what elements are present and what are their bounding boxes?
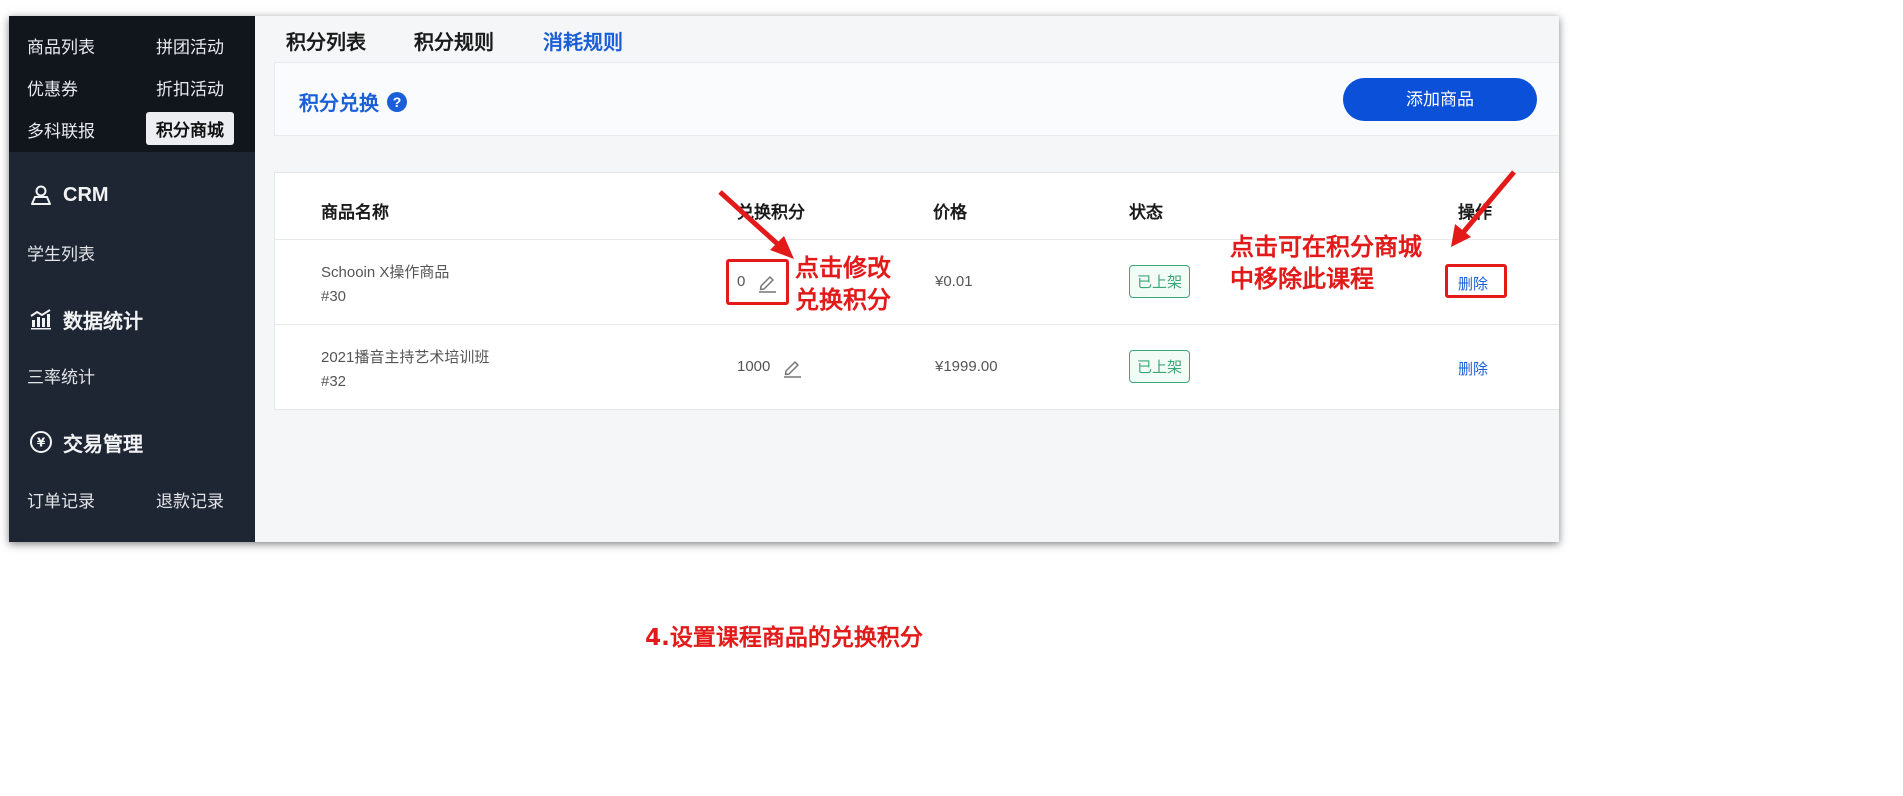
sidebar-item-coupon[interactable]: 优惠券: [27, 75, 78, 100]
column-header-status: 状态: [1129, 203, 1163, 222]
edit-pencil-icon[interactable]: [781, 356, 803, 378]
sidebar-row-1: 商品列表 拼团活动: [27, 28, 247, 58]
sidebar-section-crm-label: CRM: [63, 183, 109, 206]
sidebar-item-multi-enroll[interactable]: 多科联报: [27, 117, 95, 142]
points-exchange-header: 积分兑换 ? 添加商品: [274, 62, 1559, 136]
price-cell: ¥1999.00: [935, 358, 998, 375]
svg-text:¥: ¥: [37, 436, 46, 450]
points-cell: 1000: [737, 356, 803, 378]
annotation-line: 点击可在积分商城: [1230, 233, 1422, 261]
page-title-text: 积分兑换: [299, 93, 379, 115]
sidebar-item-orders[interactable]: 订单记录: [27, 487, 95, 512]
sidebar-section-crm[interactable]: CRM: [29, 180, 109, 210]
product-name-cell: Schooin X操作商品 #30: [321, 261, 449, 305]
product-name-cell: 2021播音主持艺术培训班 #32: [321, 346, 489, 390]
column-header-action: 操作: [1458, 203, 1492, 222]
tab-consume-rules[interactable]: 消耗规则: [543, 26, 623, 55]
status-badge: 已上架: [1129, 265, 1191, 298]
help-icon[interactable]: ?: [387, 91, 407, 112]
user-icon: [31, 185, 51, 205]
sidebar-section-stats[interactable]: 数据统计: [29, 304, 143, 334]
figure-caption: 4.设置课程商品的兑换积分: [645, 625, 923, 651]
bar-chart-icon: [30, 309, 51, 330]
sidebar-item-refunds[interactable]: 退款记录: [156, 487, 224, 512]
annotation-line: 点击修改: [795, 254, 891, 282]
column-header-points: 兑换积分: [737, 203, 805, 222]
sidebar-row-3: 多科联报 积分商城: [27, 112, 247, 145]
annotation-remove-course: 点击可在积分商城 中移除此课程: [1230, 231, 1422, 295]
sidebar-item-group-buy[interactable]: 拼团活动: [156, 33, 224, 58]
product-id: #32: [321, 373, 347, 390]
delete-link[interactable]: 删除: [1458, 358, 1488, 379]
column-header-price: 价格: [933, 203, 967, 222]
tab-bar: 积分列表 积分规则 消耗规则: [255, 16, 1559, 62]
sidebar-section-trade[interactable]: ¥ 交易管理: [29, 427, 143, 457]
add-product-button[interactable]: 添加商品: [1343, 78, 1537, 121]
sidebar-row-2: 优惠券 折扣活动: [27, 70, 247, 100]
page-title: 积分兑换 ?: [299, 87, 407, 116]
annotation-edit-points: 点击修改 兑换积分: [795, 252, 891, 316]
sidebar-item-points-mall[interactable]: 积分商城: [146, 112, 234, 145]
product-id: #30: [321, 288, 347, 305]
sidebar-item-discount[interactable]: 折扣活动: [156, 75, 224, 100]
sidebar-item-three-rate[interactable]: 三率统计: [27, 363, 95, 388]
sidebar: 商品列表 拼团活动 优惠券 折扣活动 多科联报 积分商城 CRM 学生列表 数据…: [9, 16, 255, 542]
annotation-highlight-points: [726, 259, 789, 305]
points-value: 1000: [737, 357, 771, 375]
annotation-line: 中移除此课程: [1230, 265, 1374, 293]
sidebar-submenu: 商品列表 拼团活动 优惠券 折扣活动 多科联报 积分商城: [9, 16, 255, 152]
product-name: 2021播音主持艺术培训班: [321, 349, 490, 366]
price-cell: ¥0.01: [935, 273, 973, 290]
yen-icon: ¥: [30, 431, 52, 453]
sidebar-item-product-list[interactable]: 商品列表: [27, 33, 95, 58]
annotation-line: 兑换积分: [795, 286, 891, 314]
status-badge: 已上架: [1129, 350, 1191, 383]
tab-points-rules[interactable]: 积分规则: [414, 26, 494, 55]
sidebar-item-student-list[interactable]: 学生列表: [27, 240, 95, 265]
column-header-name: 商品名称: [321, 203, 389, 222]
sidebar-section-stats-label: 数据统计: [63, 310, 143, 333]
tab-points-list[interactable]: 积分列表: [286, 26, 366, 55]
annotation-highlight-delete: [1445, 264, 1507, 298]
sidebar-section-trade-label: 交易管理: [63, 433, 143, 456]
product-name: Schooin X操作商品: [321, 264, 450, 281]
row-divider: [275, 324, 1559, 325]
